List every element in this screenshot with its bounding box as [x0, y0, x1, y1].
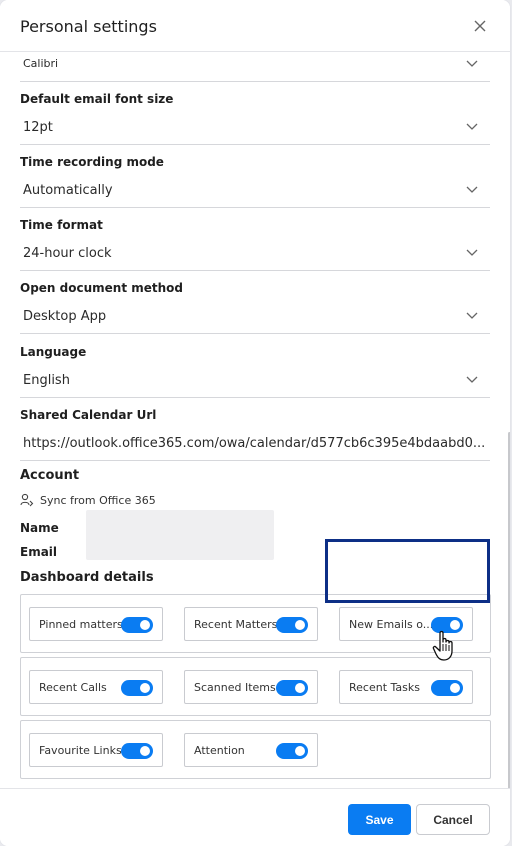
language-label: Language: [20, 345, 87, 359]
time-recording-label: Time recording mode: [20, 155, 164, 169]
account-section-title: Account: [20, 468, 80, 483]
scrollbar[interactable]: [508, 432, 510, 788]
font-family-select[interactable]: Calibri: [20, 52, 490, 82]
name-label: Name: [20, 521, 59, 535]
time-format-label: Time format: [20, 218, 103, 232]
dashboard-item-new-emails[interactable]: New Emails o...: [339, 607, 473, 641]
close-icon[interactable]: [470, 16, 490, 36]
dashboard-group-3: Favourite Links Attention: [20, 720, 491, 779]
time-format-select[interactable]: 24-hour clock: [20, 237, 490, 271]
personal-settings-dialog: Personal settings Calibri Default email …: [0, 0, 510, 846]
email-label: Email: [20, 545, 58, 559]
font-size-label: Default email font size: [20, 92, 174, 106]
font-size-select[interactable]: 12pt: [20, 111, 490, 145]
chevron-down-icon: [466, 376, 478, 383]
dashboard-item-recent-tasks[interactable]: Recent Tasks: [339, 670, 473, 704]
favourite-links-toggle[interactable]: [121, 743, 153, 759]
recent-matters-toggle[interactable]: [276, 617, 308, 633]
highlight-box: [325, 539, 490, 603]
chevron-down-icon: [466, 186, 478, 193]
chevron-down-icon: [466, 123, 478, 130]
sync-label: Sync from Office 365: [40, 493, 156, 507]
open-document-label: Open document method: [20, 281, 183, 295]
recent-calls-toggle[interactable]: [121, 680, 153, 696]
cancel-button[interactable]: Cancel: [416, 804, 490, 835]
dashboard-item-attention[interactable]: Attention: [184, 733, 318, 767]
calendar-url-label: Shared Calendar Url: [20, 408, 157, 422]
recent-tasks-toggle[interactable]: [431, 680, 463, 696]
chevron-down-icon: [466, 249, 478, 256]
time-recording-select[interactable]: Automatically: [20, 174, 490, 208]
calendar-url-input[interactable]: https://outlook.office365.com/owa/calend…: [20, 427, 490, 461]
dashboard-group-2: Recent Calls Scanned Items Recent Tasks: [20, 657, 491, 716]
chevron-down-icon: [466, 60, 478, 67]
dialog-header: Personal settings: [0, 0, 510, 52]
scanned-items-toggle[interactable]: [276, 680, 308, 696]
dashboard-item-scanned-items[interactable]: Scanned Items: [184, 670, 318, 704]
dialog-title: Personal settings: [20, 17, 157, 36]
language-select[interactable]: English: [20, 364, 490, 398]
dashboard-item-favourite-links[interactable]: Favourite Links: [29, 733, 163, 767]
chevron-down-icon: [466, 312, 478, 319]
dialog-body[interactable]: Calibri Default email font size 12pt Tim…: [0, 52, 510, 788]
sync-office-link[interactable]: Sync from Office 365: [20, 493, 156, 507]
dialog-footer: Save Cancel: [0, 788, 510, 846]
dashboard-item-pinned-matters[interactable]: Pinned matters: [29, 607, 163, 641]
dashboard-section-title: Dashboard details: [20, 570, 154, 585]
user-sync-icon: [20, 493, 34, 507]
save-button[interactable]: Save: [348, 804, 411, 835]
attention-toggle[interactable]: [276, 743, 308, 759]
dashboard-item-recent-calls[interactable]: Recent Calls: [29, 670, 163, 704]
redacted-account-values: [86, 510, 274, 560]
new-emails-toggle[interactable]: [431, 617, 463, 633]
open-document-select[interactable]: Desktop App: [20, 300, 490, 334]
dashboard-item-recent-matters[interactable]: Recent Matters: [184, 607, 318, 641]
pinned-matters-toggle[interactable]: [121, 617, 153, 633]
